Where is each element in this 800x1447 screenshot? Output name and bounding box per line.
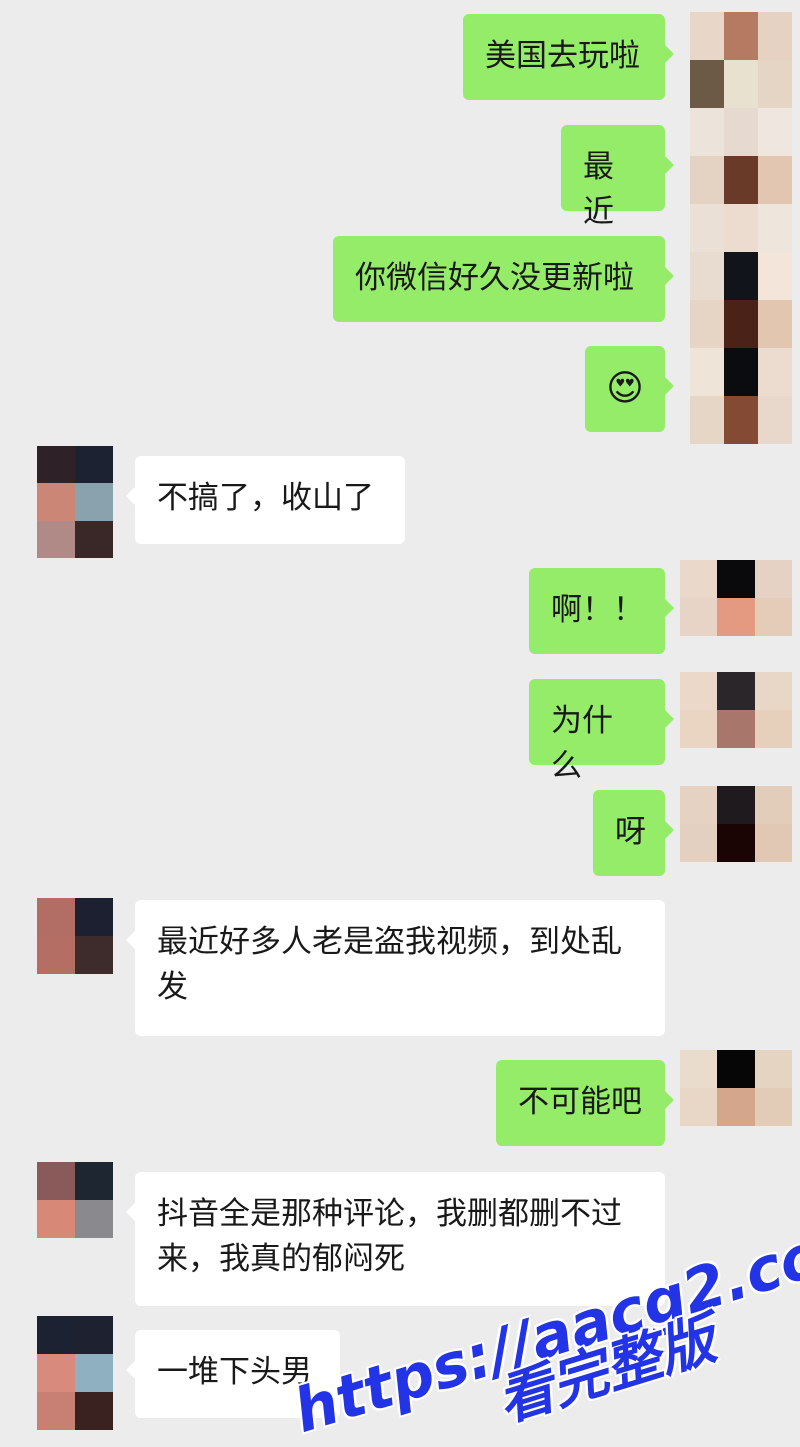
my-avatar[interactable] [690, 12, 792, 444]
my-avatar[interactable] [680, 786, 792, 862]
my-message-bubble[interactable]: 呀 [593, 790, 674, 876]
contact-message-bubble[interactable]: 最近好多人老是盗我视频，到处乱发 [126, 900, 665, 1036]
contact-message-bubble[interactable]: 抖音全是那种评论，我删都删不过来，我真的郁闷死 [126, 1172, 665, 1306]
my-message-bubble[interactable]: 为什么 [529, 679, 674, 784]
my-message-bubble[interactable]: 😍 [585, 346, 674, 432]
my-avatar[interactable] [680, 672, 792, 748]
contact-avatar[interactable] [37, 1316, 113, 1430]
my-message-bubble[interactable]: 最近 [561, 125, 674, 230]
contact-message-bubble[interactable]: 不搞了，收山了 [126, 456, 405, 544]
my-avatar[interactable] [680, 560, 792, 636]
my-message-bubble[interactable]: 不可能吧 [496, 1060, 674, 1146]
heart-eyes-emoji-icon: 😍 [606, 368, 644, 409]
my-avatar[interactable] [680, 1050, 792, 1126]
contact-avatar[interactable] [37, 898, 113, 974]
contact-avatar[interactable] [37, 446, 113, 558]
my-message-bubble[interactable]: 美国去玩啦 [463, 14, 674, 100]
contact-avatar[interactable] [37, 1162, 113, 1238]
my-message-bubble[interactable]: 啊！！ [529, 568, 674, 654]
my-message-bubble[interactable]: 你微信好久没更新啦 [333, 236, 674, 322]
